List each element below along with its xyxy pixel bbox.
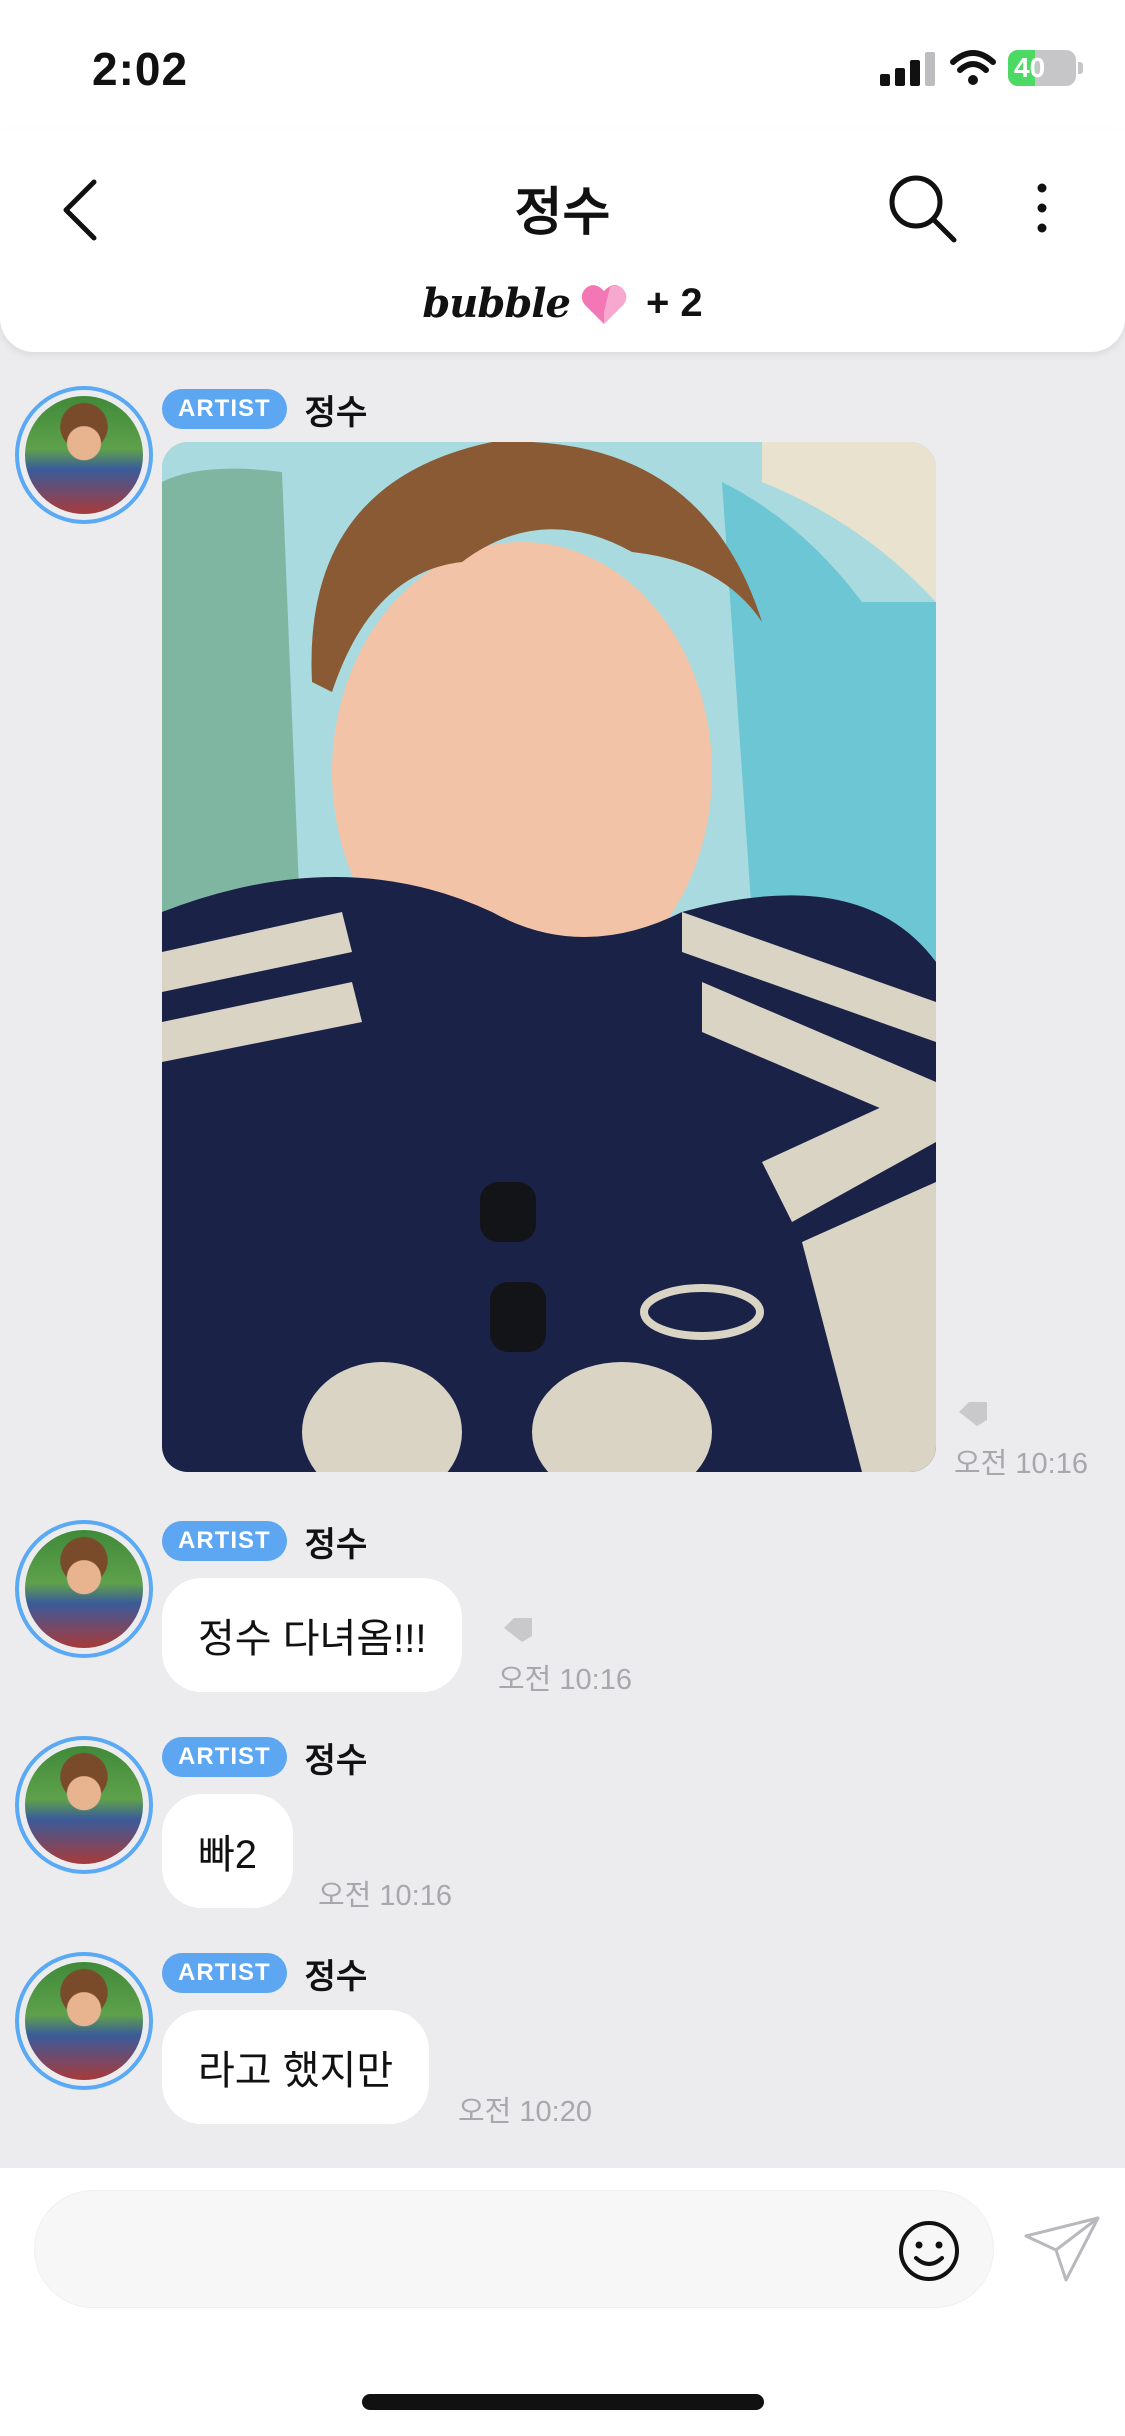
battery-level: 40	[1014, 52, 1046, 83]
message-time: 오전 10:16	[498, 1664, 632, 1696]
message-meta: ARTIST 정수	[162, 1736, 367, 1780]
message-bubble[interactable]: 라고 했지만	[162, 2010, 430, 2124]
avatar[interactable]	[15, 1520, 153, 1658]
more-vertical-icon[interactable]	[1018, 168, 1066, 248]
avatar[interactable]	[15, 1952, 153, 2090]
message-meta: ARTIST 정수	[162, 1520, 367, 1564]
status-time: 2:02	[92, 43, 189, 95]
photo-selfie	[162, 442, 936, 1472]
chat-screen: 2:02 40 정수 bubble + 2 ARTIST 정수 오전 10:16…	[0, 0, 1125, 2436]
message-photo[interactable]	[162, 442, 936, 1472]
home-indicator	[362, 2394, 764, 2410]
message-meta: ARTIST 정수	[162, 388, 367, 432]
message-time: 오전 10:16	[954, 1448, 1088, 1480]
artist-badge: ARTIST	[162, 1953, 287, 1993]
sender-name: 정수	[304, 393, 368, 432]
message-time: 오전 10:20	[458, 2096, 592, 2128]
sender-name: 정수	[304, 1525, 368, 1564]
message-meta: ARTIST 정수	[162, 1952, 367, 1996]
bubble-logo: bubble	[422, 280, 571, 327]
send-icon[interactable]	[1022, 2214, 1102, 2284]
emoji-icon[interactable]	[896, 2218, 962, 2284]
battery-icon: 40	[1008, 50, 1083, 86]
chat-header: 정수 bubble + 2	[0, 130, 1125, 352]
avatar[interactable]	[15, 386, 153, 524]
message-bubble[interactable]: 빠2	[162, 1794, 294, 1908]
membership-row[interactable]: bubble + 2	[0, 280, 1125, 327]
artist-badge: ARTIST	[162, 1521, 287, 1561]
artist-badge: ARTIST	[162, 1737, 287, 1777]
search-icon[interactable]	[882, 168, 962, 248]
message-input[interactable]	[34, 2190, 994, 2308]
wifi-icon	[950, 50, 996, 85]
extra-count: + 2	[645, 281, 703, 325]
tag-icon	[959, 1402, 987, 1426]
message-time: 오전 10:16	[318, 1880, 452, 1912]
artist-badge: ARTIST	[162, 389, 287, 429]
sender-name: 정수	[304, 1957, 368, 1996]
cellular-signal-icon	[880, 52, 936, 86]
heart-icon	[581, 284, 627, 324]
sender-name: 정수	[304, 1741, 368, 1780]
avatar[interactable]	[15, 1736, 153, 1874]
tag-icon	[504, 1618, 532, 1642]
status-bar: 2:02 40	[0, 0, 1125, 130]
message-bubble[interactable]: 정수 다녀옴!!!	[162, 1578, 463, 1692]
